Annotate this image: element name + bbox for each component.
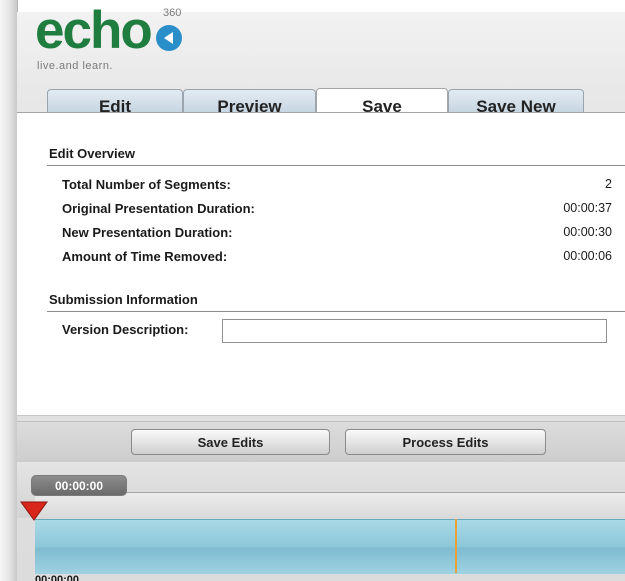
- logo-word: echo: [35, 1, 153, 60]
- version-description-input[interactable]: [222, 319, 607, 343]
- current-time-display: 00:00:00: [31, 475, 127, 496]
- overview-row-label: Amount of Time Removed:: [62, 249, 228, 264]
- overview-row: New Presentation Duration: 00:00:30: [62, 225, 612, 245]
- save-panel: Edit Overview Total Number of Segments: …: [17, 112, 625, 416]
- overview-row-value: 00:00:06: [563, 249, 612, 263]
- timeline-ruler[interactable]: [35, 492, 625, 520]
- edit-overview-title: Edit Overview: [49, 146, 135, 161]
- segment-marker[interactable]: [455, 519, 457, 573]
- overview-row-label: Total Number of Segments:: [62, 177, 231, 192]
- process-edits-button[interactable]: Process Edits: [345, 429, 546, 455]
- overview-row-label: New Presentation Duration:: [62, 225, 233, 240]
- save-edits-button[interactable]: Save Edits: [131, 429, 330, 455]
- overview-row: Total Number of Segments: 2: [62, 177, 612, 197]
- section-divider: [47, 311, 625, 312]
- submission-info-title: Submission Information: [49, 292, 198, 307]
- playhead-marker-icon[interactable]: [20, 501, 48, 521]
- overview-row-value: 00:00:37: [563, 201, 612, 215]
- overview-row-value: 00:00:30: [563, 225, 612, 239]
- play-arrow-icon: [156, 25, 182, 51]
- logo-tagline: live.and learn.: [37, 60, 113, 72]
- window-left-frame: [0, 0, 18, 581]
- logo-superscript: 360: [163, 7, 182, 19]
- overview-row: Amount of Time Removed: 00:00:06: [62, 249, 612, 269]
- overview-row: Original Presentation Duration: 00:00:37: [62, 201, 612, 221]
- version-description-label: Version Description:: [62, 322, 189, 337]
- section-divider: [47, 165, 625, 166]
- overview-row-value: 2: [605, 177, 612, 191]
- action-bar: Save Edits Process Edits: [17, 421, 625, 462]
- echo360-logo: echo 360 live.and learn.: [35, 1, 195, 90]
- overview-row-label: Original Presentation Duration:: [62, 201, 255, 216]
- timeline-time-label: 00:00:00: [35, 574, 80, 581]
- timeline-track[interactable]: [35, 519, 625, 574]
